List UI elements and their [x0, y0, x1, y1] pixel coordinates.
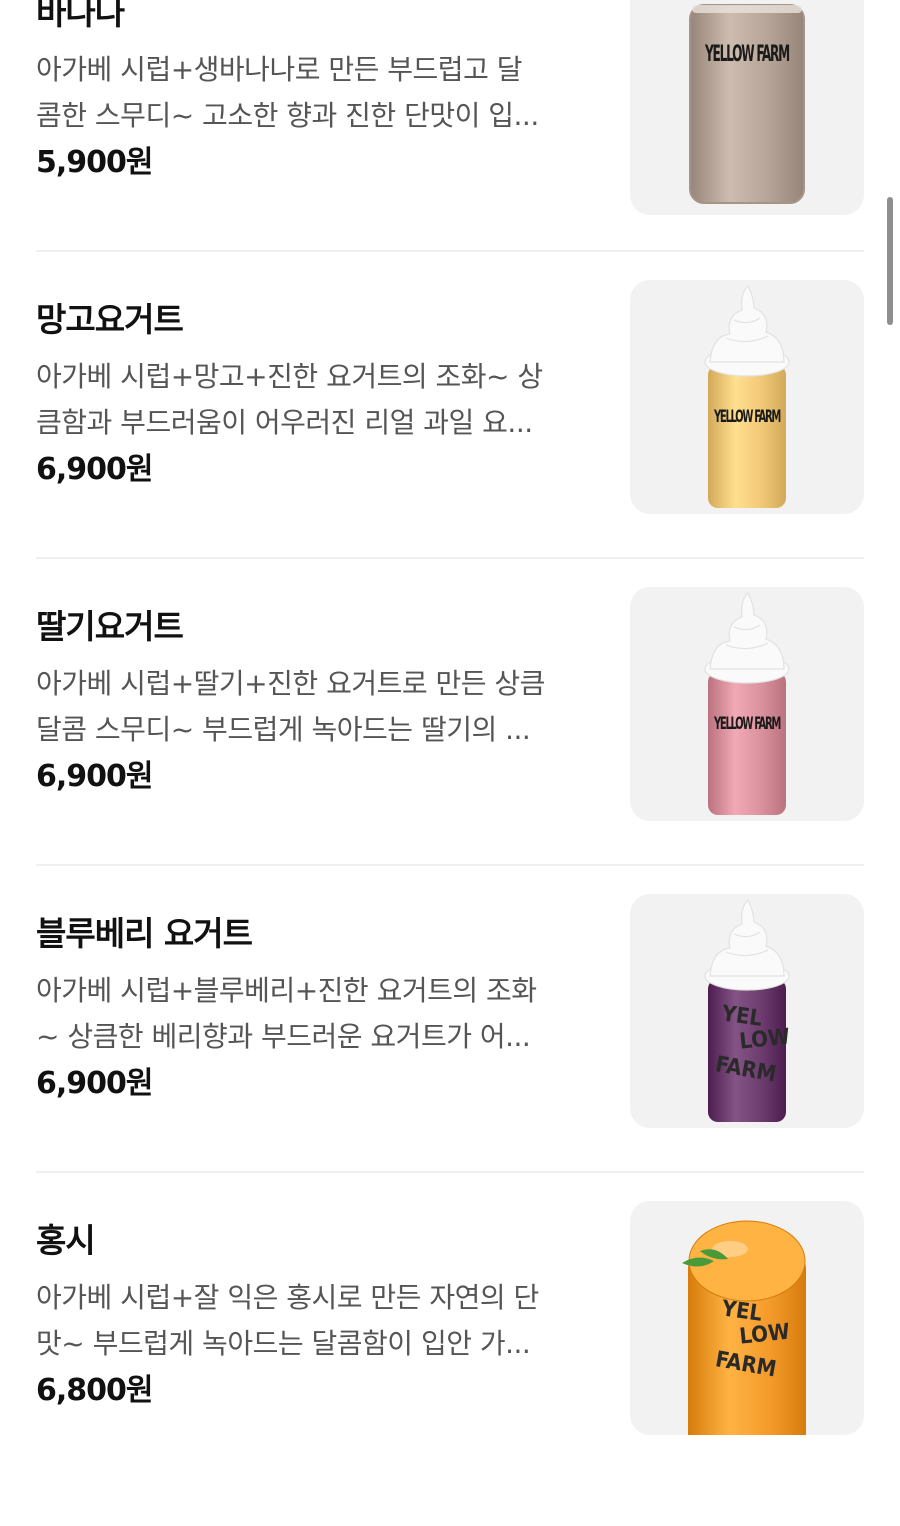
whipped-cream [704, 898, 790, 991]
description-line: 아가베 시럽+딸기+진한 요거트로 만든 상큼 [36, 667, 545, 700]
description-line: 콤한 스무디~ 고소한 향과 진한 단맛이 입... [36, 99, 539, 132]
description-line: 큼함과 부드러움이 어우러진 리얼 과일 요... [36, 406, 533, 439]
svg-text:YELLOW FARM: YELLOW FARM [713, 714, 780, 734]
menu-item-price: 6,800원 [36, 1373, 153, 1408]
smoothie-cup-icon: YELLOW FARM [689, 4, 805, 204]
menu-item-name: 블루베리 요거트 [36, 914, 253, 953]
svg-text:LOW: LOW [738, 1320, 791, 1350]
menu-item-price: 5,900원 [36, 145, 153, 180]
divider [36, 557, 864, 559]
menu-item-price: 6,900원 [36, 759, 153, 794]
description-line: 아가베 시럽+생바나나로 만든 부드럽고 달 [36, 53, 522, 86]
divider [36, 1171, 864, 1173]
smoothie-cup-icon: YELLOWFARM [682, 1220, 806, 1435]
menu-item-image[interactable]: YELLOW FARM [630, 280, 864, 514]
menu-item-price: 6,900원 [36, 1066, 153, 1101]
scrollbar[interactable] [887, 197, 893, 325]
smoothie-cup-icon: YELLOWFARM [704, 898, 791, 1122]
menu-item[interactable]: 홍시아가베 시럽+잘 익은 홍시로 만든 자연의 단맛~ 부드럽게 녹아드는 달… [36, 1201, 864, 1526]
menu-item-description: 아가베 시럽+잘 익은 홍시로 만든 자연의 단맛~ 부드럽게 녹아드는 달콤함… [36, 1275, 596, 1367]
whipped-cream [704, 591, 790, 684]
divider [36, 250, 864, 252]
menu-item-description: 아가베 시럽+딸기+진한 요거트로 만든 상큼달콤 스무디~ 부드럽게 녹아드는… [36, 661, 596, 753]
menu-item-name: 바나나 [36, 0, 125, 32]
menu-item-description: 아가베 시럽+망고+진한 요거트의 조화~ 상큼함과 부드러움이 어우러진 리얼… [36, 354, 596, 446]
svg-text:YELLOW FARM: YELLOW FARM [704, 42, 789, 67]
description-line: 맛~ 부드럽게 녹아드는 달콤함이 입안 가... [36, 1327, 531, 1360]
svg-text:YELLOW FARM: YELLOW FARM [713, 407, 780, 427]
description-line: 아가베 시럽+망고+진한 요거트의 조화~ 상 [36, 360, 543, 393]
divider [36, 864, 864, 866]
menu-item-image[interactable]: YEL LOW FARM [630, 1201, 864, 1435]
menu-item-name: 망고요거트 [36, 300, 184, 339]
menu-item-name: 딸기요거트 [36, 607, 184, 646]
menu-item-image[interactable]: YELLOW FARM [630, 587, 864, 821]
menu-item-description: 아가베 시럽+블루베리+진한 요거트의 조화 ~ 상큼한 베리향과 부드러운 요거… [36, 968, 596, 1060]
description-line: ~ 상큼한 베리향과 부드러운 요거트가 어... [36, 1020, 531, 1053]
menu-item-price: 6,900원 [36, 452, 153, 487]
whipped-cream [704, 284, 790, 377]
description-line: 아가베 시럽+블루베리+진한 요거트의 조화 [36, 974, 537, 1007]
menu-item-description: 아가베 시럽+생바나나로 만든 부드럽고 달콤한 스무디~ 고소한 향과 진한 … [36, 47, 596, 139]
menu-item-image[interactable]: YEL LOW FARM [630, 894, 864, 1128]
menu-item-image[interactable]: YELLOW FARM [630, 0, 864, 215]
description-line: 달콤 스무디~ 부드럽게 녹아드는 딸기의 ... [36, 713, 531, 746]
smoothie-cup-icon: YELLOW FARM [704, 591, 790, 815]
menu-item[interactable]: 바나나아가베 시럽+생바나나로 만든 부드럽고 달콤한 스무디~ 고소한 향과 … [36, 0, 864, 298]
svg-text:LOW: LOW [738, 1025, 791, 1055]
description-line: 아가베 시럽+잘 익은 홍시로 만든 자연의 단 [36, 1281, 539, 1314]
smoothie-cup-icon: YELLOW FARM [704, 284, 790, 508]
menu-item-name: 홍시 [36, 1221, 96, 1260]
